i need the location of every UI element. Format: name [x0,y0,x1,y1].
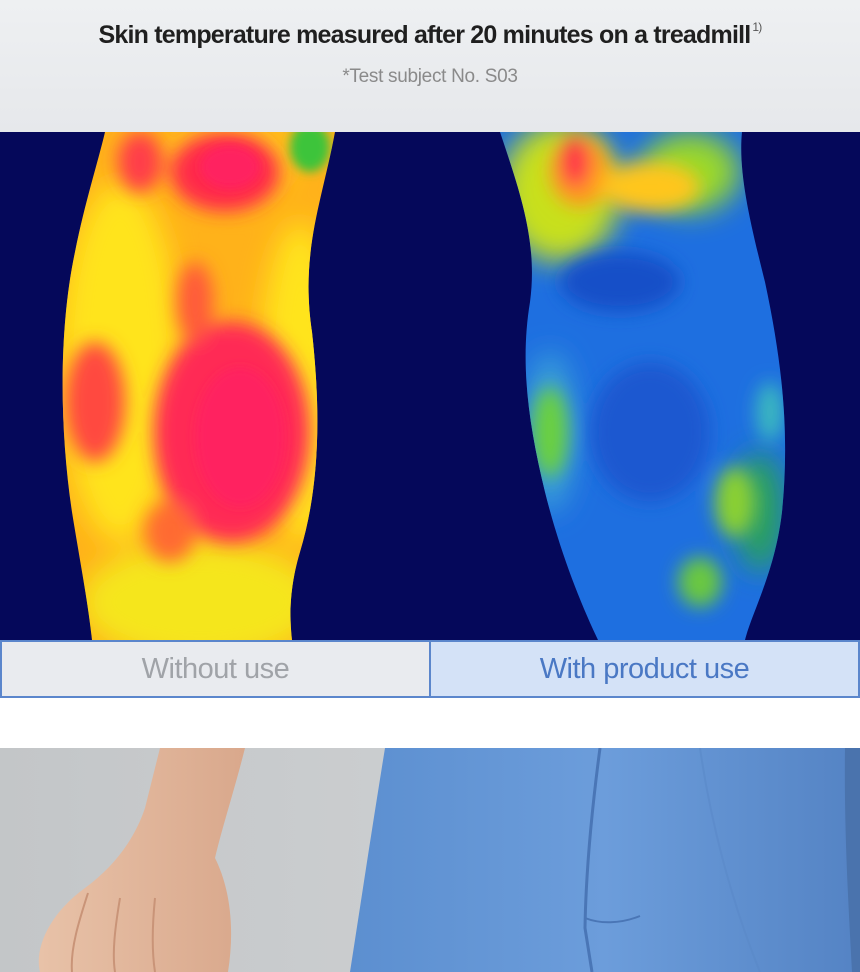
without-use-label: Without use [0,642,431,696]
header: Skin temperature measured after 20 minut… [0,0,860,132]
model-photo-graphic [0,748,860,972]
subtitle: *Test subject No. S03 [342,66,518,87]
thermal-image-graphic [0,132,860,640]
footnote-marker: 1) [752,20,762,34]
page-title: Skin temperature measured after 20 minut… [0,20,860,50]
with-product-use-label: With product use [431,642,860,696]
comparison-labels: Without use With product use [0,640,860,698]
title-text: Skin temperature measured after 20 minut… [98,21,752,49]
model-wearing-blue-pants-photo [0,748,860,972]
thermal-comparison-image [0,132,860,640]
spacer [0,698,860,748]
